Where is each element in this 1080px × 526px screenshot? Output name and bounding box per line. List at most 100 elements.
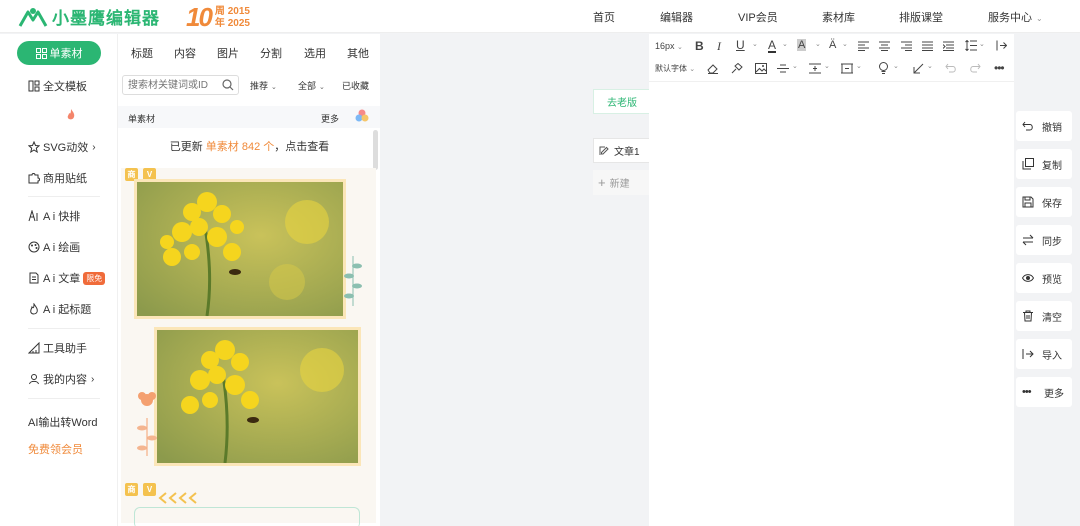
chevron-down-icon[interactable]: ⌄	[856, 62, 862, 70]
bold-icon[interactable]: B	[695, 39, 704, 53]
document-tab[interactable]: 文章1	[593, 138, 651, 163]
sync-icon	[1022, 234, 1034, 246]
logo-icon	[18, 7, 48, 27]
lightbulb-icon[interactable]	[878, 62, 889, 74]
chevron-down-icon[interactable]: ⌄	[792, 62, 798, 70]
chevron-down-icon[interactable]: ⌄	[979, 40, 985, 48]
more-link[interactable]: 更多	[321, 112, 339, 125]
sidebar-item-ai-word[interactable]: AI输出转Word	[28, 414, 97, 430]
nav-home[interactable]: 首页	[593, 9, 615, 25]
highlight-color-icon[interactable]: A	[797, 39, 807, 51]
filter-favorites[interactable]: 已收藏	[342, 79, 369, 92]
sidebar-item-single-material[interactable]: 单素材	[17, 41, 101, 65]
color-flower-icon[interactable]	[354, 108, 370, 124]
logo[interactable]: 小墨鹰编辑器	[18, 4, 160, 29]
align-right-icon[interactable]	[901, 41, 912, 51]
chevron-down-icon[interactable]: ⌄	[815, 40, 821, 48]
rapeseed-flower-image-2[interactable]	[154, 327, 361, 466]
image-icon[interactable]	[755, 63, 767, 74]
anniversary-line2: 年 2025	[214, 17, 250, 29]
eraser-icon[interactable]	[707, 63, 719, 74]
sidebar-item-full-template[interactable]: 全文模板	[28, 78, 87, 94]
align-center-icon[interactable]	[879, 41, 890, 51]
nav-editor[interactable]: 编辑器	[660, 9, 693, 25]
sub-header: 单素材 更多	[118, 106, 380, 128]
align-left-icon[interactable]	[858, 41, 869, 51]
search-input[interactable]	[123, 76, 221, 94]
more-icon[interactable]: •••	[994, 61, 1005, 75]
material-frame[interactable]	[134, 507, 360, 526]
tab-other[interactable]: 其他	[347, 45, 369, 61]
indent-icon[interactable]	[943, 41, 954, 51]
rapeseed-flower-image[interactable]	[134, 179, 346, 319]
strikethrough-icon[interactable]	[777, 63, 789, 74]
underline-icon[interactable]: U	[736, 38, 745, 52]
chevron-down-icon[interactable]: ⌄	[842, 40, 848, 48]
nav-classroom[interactable]: 排版课堂	[899, 9, 943, 25]
font-family-select[interactable]: 默认字体 ⌄	[655, 63, 695, 74]
arrow-down-left-icon[interactable]	[913, 63, 924, 74]
update-notice[interactable]: 已更新 单素材 842 个，点击查看	[118, 138, 380, 154]
trash-icon	[1023, 310, 1033, 322]
more-button[interactable]: ••• 更多	[1016, 377, 1072, 407]
save-button[interactable]: 保存	[1016, 187, 1072, 217]
filter-recommend[interactable]: 推荐 ⌄	[250, 79, 277, 92]
sidebar-divider	[28, 398, 100, 399]
chevron-down-icon[interactable]: ⌄	[782, 40, 788, 48]
tab-image[interactable]: 图片	[217, 45, 239, 61]
filter-all[interactable]: 全部 ⌄	[298, 79, 325, 92]
letter-spacing-icon[interactable]	[841, 63, 853, 74]
chevron-right-icon: ›	[92, 141, 96, 153]
new-document-button[interactable]: + 新建	[593, 170, 651, 195]
leaf-decoration-icon	[344, 256, 362, 306]
scrollbar[interactable]	[373, 130, 378, 170]
nav-service[interactable]: 服务中心 ⌄	[988, 9, 1043, 25]
nav-vip[interactable]: VIP会员	[738, 9, 778, 25]
sidebar-item-ai-paint[interactable]: A i 绘画	[28, 239, 80, 255]
import-button[interactable]: 导入	[1016, 339, 1072, 369]
chevron-down-icon[interactable]: ⌄	[824, 62, 830, 70]
chevron-down-icon[interactable]: ⌄	[927, 62, 933, 70]
undo-arrow-icon[interactable]	[945, 63, 957, 73]
sidebar-item-stickers[interactable]: 商用贴纸	[28, 170, 87, 186]
edit-icon	[599, 146, 609, 155]
sidebar-item-ai-article[interactable]: A i 文章 限免	[28, 270, 106, 286]
chevron-down-icon[interactable]: ⌄	[752, 40, 758, 48]
sidebar-item-tools[interactable]: 工具助手	[28, 340, 87, 356]
format-painter-icon[interactable]	[731, 63, 743, 74]
old-version-button[interactable]: 去老版	[593, 89, 651, 114]
undo-button[interactable]: 撤销	[1016, 111, 1072, 141]
sync-button[interactable]: 同步	[1016, 225, 1072, 255]
sidebar-item-free-vip[interactable]: 免费领会员	[28, 441, 83, 457]
chevron-down-icon: ⌄	[319, 84, 325, 91]
redo-arrow-icon[interactable]	[969, 63, 981, 73]
sidebar-item-ai-layout[interactable]: A i 快排	[28, 208, 80, 224]
text-effect-icon[interactable]: Ä	[829, 39, 836, 51]
chevron-right-icon: ›	[91, 373, 95, 385]
tab-content[interactable]: 内容	[174, 45, 196, 61]
paragraph-spacing-icon[interactable]	[809, 63, 821, 74]
copy-button[interactable]: 复制	[1016, 149, 1072, 179]
sidebar-item-ai-title[interactable]: A i 起标题	[28, 301, 91, 317]
font-color-icon[interactable]: A	[768, 39, 777, 53]
sidebar-item-label: A i 绘画	[43, 242, 81, 254]
top-header: 小墨鹰编辑器 10 周 2015 年 2025 首页 编辑器 VIP会员 素材库…	[0, 0, 1080, 33]
search-icon[interactable]	[222, 79, 234, 91]
italic-icon[interactable]: I	[717, 39, 721, 54]
clear-button[interactable]: 清空	[1016, 301, 1072, 331]
editor-page[interactable]: 16px ⌄ B I U ⌄ A ⌄ A ⌄ Ä ⌄ ⌄ 默认字体 ⌄ ⌄ ⌄ …	[649, 34, 1014, 526]
sidebar-item-label: A i 文章	[43, 273, 81, 285]
sidebar-item-svg[interactable]: SVG动效 ›	[28, 139, 96, 155]
tab-divider[interactable]: 分割	[260, 45, 282, 61]
sidebar-item-my-content[interactable]: 我的内容 ›	[28, 371, 94, 387]
sub-header-label: 单素材	[128, 114, 156, 124]
chevron-down-icon[interactable]: ⌄	[893, 62, 899, 70]
tab-title[interactable]: 标题	[131, 45, 153, 61]
font-size-select[interactable]: 16px ⌄	[655, 41, 683, 51]
line-height-icon[interactable]	[965, 40, 977, 51]
preview-button[interactable]: 预览	[1016, 263, 1072, 293]
exit-icon[interactable]	[996, 40, 1007, 51]
nav-materials[interactable]: 素材库	[822, 9, 855, 25]
tab-selected[interactable]: 选用	[304, 45, 326, 61]
justify-icon[interactable]	[922, 41, 933, 51]
